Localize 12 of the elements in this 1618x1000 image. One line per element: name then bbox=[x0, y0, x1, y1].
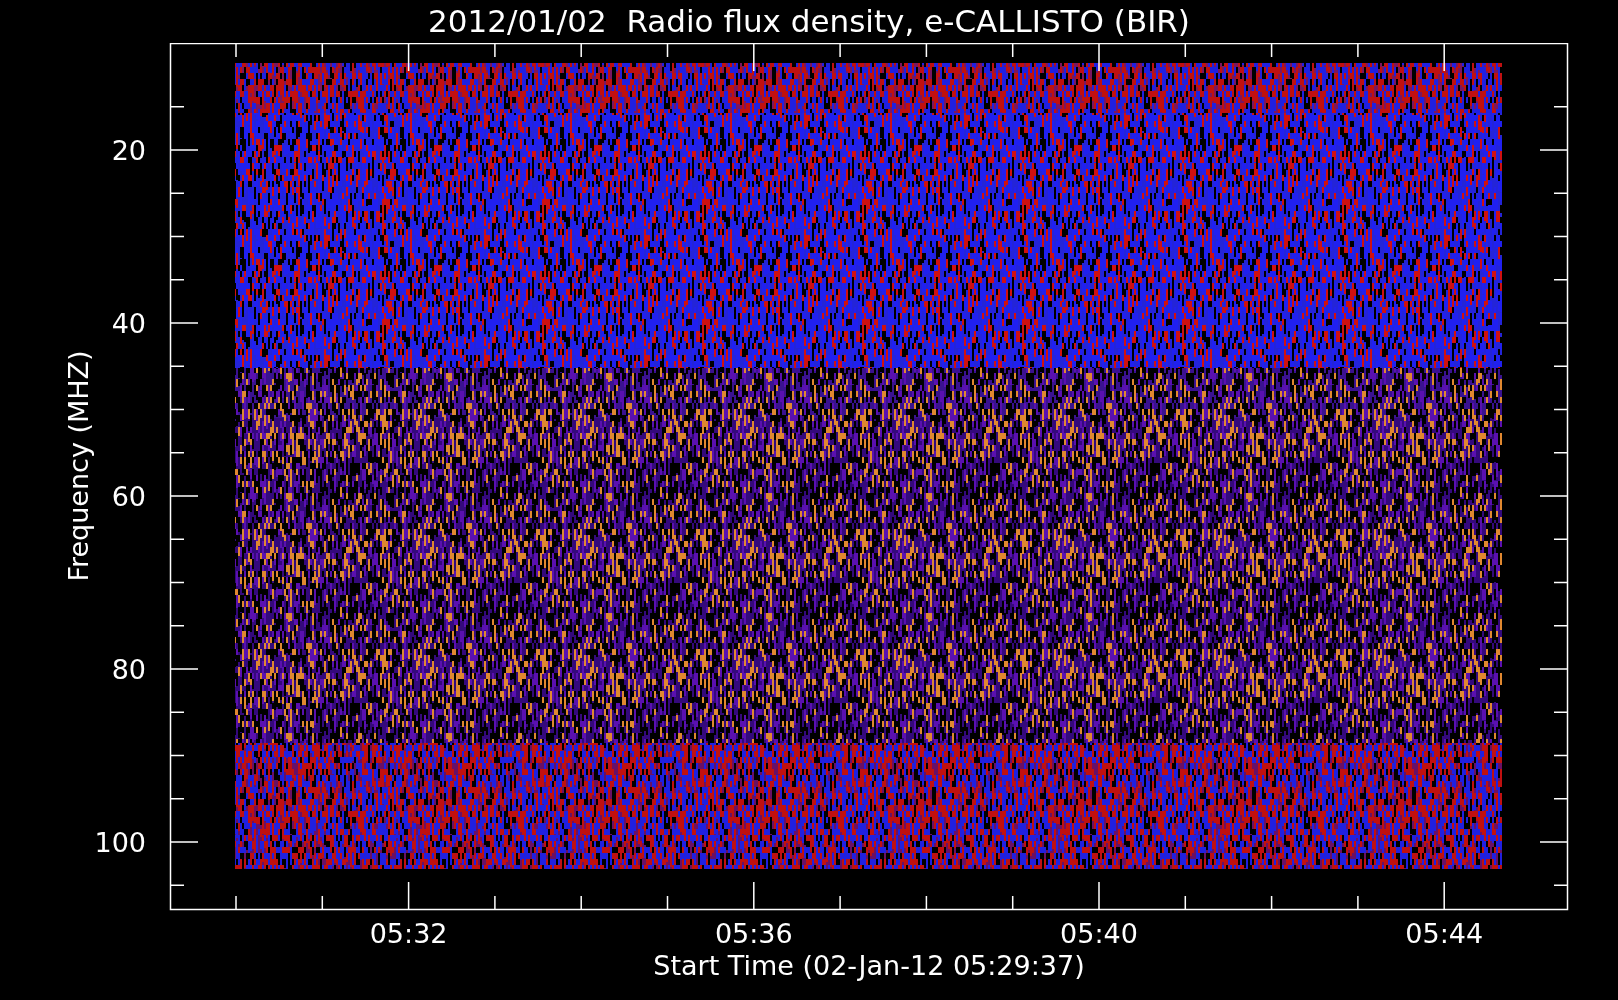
y-tick-label: 100 bbox=[94, 827, 146, 858]
x-tick-label: 05:32 bbox=[369, 918, 448, 949]
y-tick-label: 60 bbox=[111, 481, 146, 512]
x-tick-label: 05:44 bbox=[1405, 918, 1484, 949]
y-tick-label: 80 bbox=[111, 654, 146, 685]
chart-title: 2012/01/02 Radio flux density, e-CALLISTO (BIR) bbox=[428, 6, 1190, 37]
y-tick-label: 40 bbox=[111, 308, 146, 339]
y-tick-label: 20 bbox=[111, 135, 146, 166]
y-axis-label: Frequency (MHZ) bbox=[63, 350, 94, 582]
x-tick-label: 05:36 bbox=[714, 918, 793, 949]
x-axis-label: Start Time (02-Jan-12 05:29:37) bbox=[653, 950, 1085, 981]
x-tick-label: 05:40 bbox=[1060, 918, 1138, 949]
